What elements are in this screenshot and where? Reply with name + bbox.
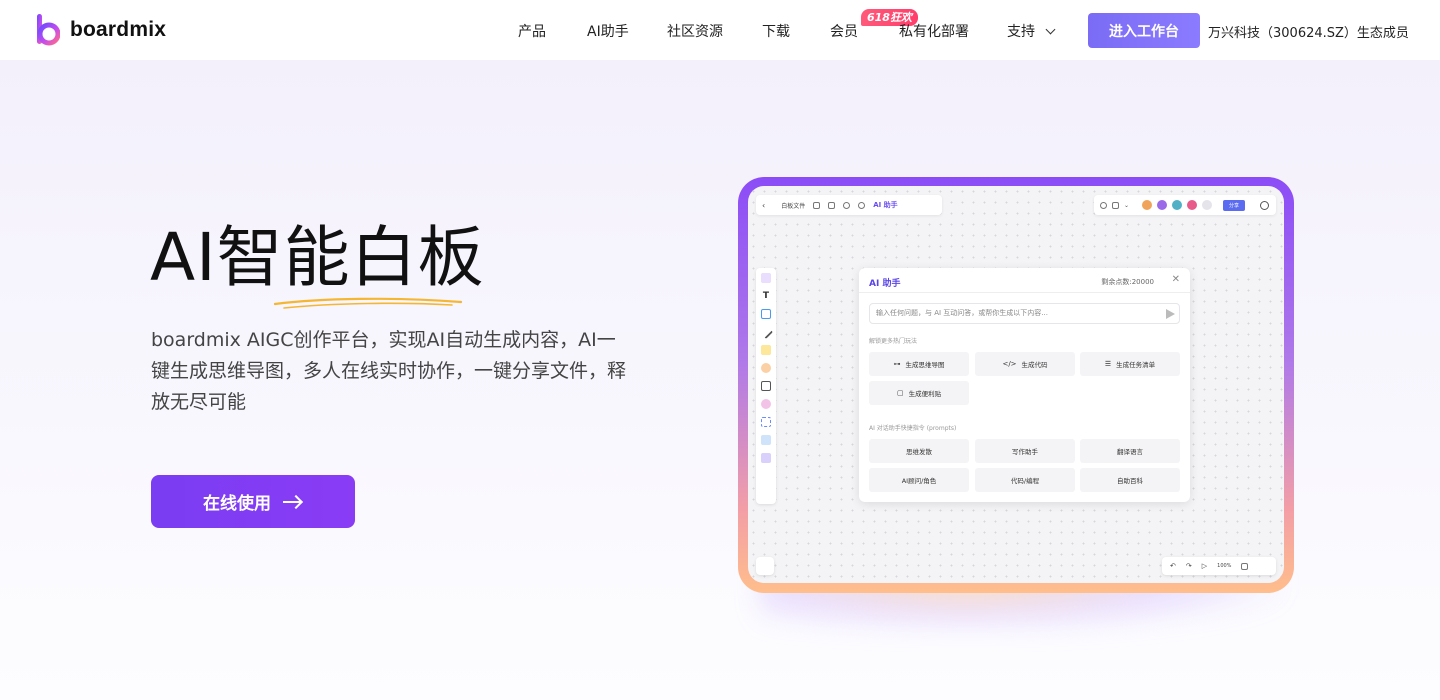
tag-icon — [828, 201, 836, 209]
ai-action-label: 生成思维导图 — [905, 361, 945, 369]
ai-prompt-chip: 写作助手 — [975, 439, 1075, 463]
partner-note: 万兴科技（300624.SZ）生态成员 — [1208, 26, 1409, 41]
use-online-label: 在线使用 — [203, 494, 271, 514]
ai-prompt-chip: 自助百科 — [1080, 468, 1180, 492]
ai-prompt-chip: 翻译语言 — [1080, 439, 1180, 463]
divider — [859, 292, 1190, 293]
ai-assistant-panel: AI 助手 剩余点数:20000 ✕ 输入任何问题，与 AI 互动问答，或帮你生… — [859, 268, 1190, 502]
ai-action-label: 生成便利贴 — [908, 390, 942, 398]
ai-prompt-placeholder: 输入任何问题，与 AI 互动问答，或帮你生成以下内容... — [876, 309, 1048, 317]
shape-icon — [761, 309, 771, 319]
mockup-ai-assistant: AI 助手 — [873, 201, 898, 209]
whiteboard-mockup: ‹ 白板文件 AI 助手 ⌄ 分享 T ↶ ↷ ▷ 100% AI 助手 剩余点… — [738, 177, 1294, 593]
avatar — [1202, 200, 1213, 210]
mindmap-icon: ⊶ — [893, 360, 901, 368]
connector-icon — [761, 417, 771, 427]
avatar — [1157, 200, 1168, 210]
ai-prompt-input: 输入任何问题，与 AI 互动问答，或帮你生成以下内容... — [869, 303, 1180, 324]
mindmap-icon — [761, 363, 771, 373]
send-icon — [1166, 309, 1175, 319]
template-icon — [761, 435, 771, 445]
sticky-note-icon: ▢ — [896, 389, 904, 397]
nav-item-download[interactable]: 下载 — [762, 21, 790, 41]
ai-prompt-chip: 代码/编程 — [975, 468, 1075, 492]
sparkle-icon — [761, 399, 771, 409]
file-name: 白板文件 — [781, 202, 806, 210]
ai-prompt-chip: AI顾问/角色 — [869, 468, 969, 492]
nav-item-private-deploy[interactable]: 私有化部署 — [899, 21, 969, 41]
mockup-collab-toolbar: ⌄ 分享 — [1094, 195, 1276, 215]
ai-action-mindmap: ⊶ 生成思维导图 — [869, 352, 969, 376]
ai-section-label: AI 对话助手快捷指令 (prompts) — [869, 425, 957, 432]
hero-section: AI智能白板 boardmix AIGC创作平台，实现AI自动生成内容，AI一键… — [0, 60, 1440, 700]
code-icon: </> — [1002, 360, 1017, 368]
avatar — [1187, 200, 1198, 210]
title-underline-decoration — [273, 297, 463, 309]
minimap-icon — [756, 557, 774, 575]
crop-icon — [761, 381, 771, 391]
ai-action-sticky: ▢ 生成便利贴 — [869, 381, 969, 405]
fit-screen-icon — [1241, 562, 1249, 570]
nav-item-support[interactable]: 支持 — [1007, 21, 1056, 41]
nav-item-support-label: 支持 — [1007, 24, 1035, 40]
chevron-down-icon — [1045, 24, 1056, 35]
frame-icon — [761, 273, 771, 283]
ai-panel-title: AI 助手 — [869, 279, 901, 289]
help-icon — [1260, 200, 1270, 210]
mockup-top-toolbar: ‹ 白板文件 AI 助手 — [756, 195, 942, 215]
chevron-down-icon: ⌄ — [1124, 201, 1130, 209]
play-icon — [1100, 201, 1107, 209]
use-online-button[interactable]: 在线使用 — [151, 475, 355, 528]
arrow-right-icon — [283, 495, 303, 509]
sticky-note-icon — [761, 345, 771, 355]
ai-tool-icon — [761, 453, 771, 463]
nav-item-ai-assistant[interactable]: AI助手 — [587, 21, 629, 41]
ai-prompt-chip: 思维发散 — [869, 439, 969, 463]
search-icon — [858, 201, 866, 209]
text-icon: T — [762, 291, 770, 301]
avatar — [1172, 200, 1183, 210]
nav-item-community[interactable]: 社区资源 — [667, 21, 723, 41]
top-nav: boardmix 产品 AI助手 社区资源 下载 会员 618狂欢 私有化部署 … — [0, 0, 1440, 60]
pen-icon — [758, 324, 774, 340]
hero-description: boardmix AIGC创作平台，实现AI自动生成内容，AI一键生成思维导图，… — [151, 329, 627, 413]
download-icon — [813, 201, 821, 209]
back-icon: ‹ — [762, 200, 766, 210]
zoom-level: 100% — [1217, 563, 1232, 569]
mockup-tool-sidebar: T — [756, 268, 776, 504]
avatar — [1142, 200, 1153, 210]
ai-action-label: 生成代码 — [1021, 361, 1048, 369]
settings-icon — [843, 201, 851, 209]
nav-item-membership[interactable]: 会员 — [830, 21, 858, 41]
nav-item-products[interactable]: 产品 — [518, 21, 546, 41]
ai-action-tasklist: ☰ 生成任务清单 — [1080, 352, 1180, 376]
page-title: AI智能白板 — [150, 219, 485, 296]
mockup-zoom-toolbar: ↶ ↷ ▷ 100% — [1162, 557, 1276, 575]
celebrate-icon — [1112, 201, 1119, 209]
ai-points-remaining: 剩余点数:20000 — [1101, 278, 1154, 286]
redo-icon: ↷ — [1185, 562, 1192, 570]
list-icon: ☰ — [1104, 360, 1112, 368]
undo-icon: ↶ — [1170, 562, 1176, 570]
enter-workspace-button[interactable]: 进入工作台 — [1088, 13, 1200, 48]
ai-action-code: </> 生成代码 — [975, 352, 1075, 376]
whiteboard-canvas: ‹ 白板文件 AI 助手 ⌄ 分享 T ↶ ↷ ▷ 100% AI 助手 剩余点… — [748, 186, 1284, 583]
ai-section-label: 解锁更多热门玩法 — [869, 338, 918, 345]
ai-action-label: 生成任务清单 — [1116, 361, 1156, 369]
close-icon: ✕ — [1171, 274, 1180, 285]
pointer-icon: ▷ — [1201, 562, 1208, 570]
mockup-share-button: 分享 — [1223, 199, 1246, 211]
